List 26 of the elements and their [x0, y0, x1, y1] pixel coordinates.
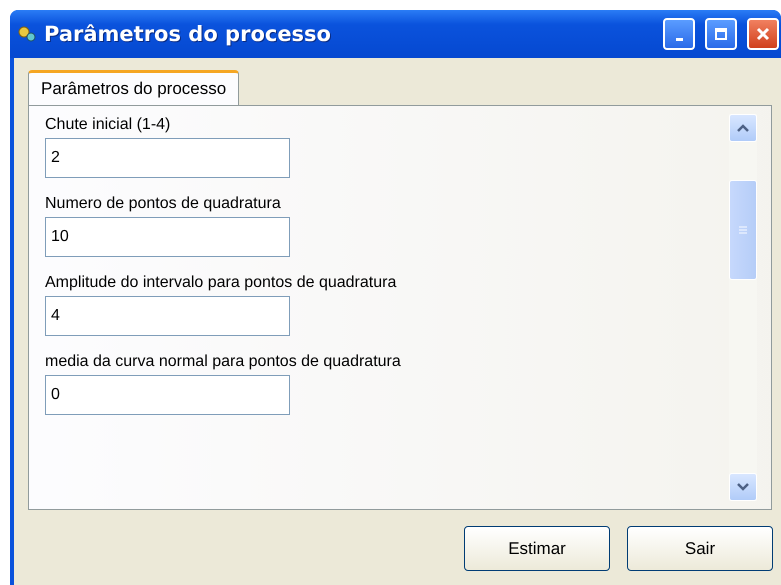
field-label: Numero de pontos de quadratura: [45, 195, 282, 213]
grip-icon: [738, 226, 748, 234]
scroll-down-button[interactable]: [729, 473, 757, 501]
input-field[interactable]: 2: [45, 138, 290, 178]
maximize-icon: [714, 27, 728, 41]
scroll-up-button[interactable]: [729, 114, 757, 142]
tab[interactable]: Parâmetros do processo: [28, 70, 240, 105]
minimize-button[interactable]: [663, 18, 695, 50]
close-icon: [756, 27, 770, 41]
gears-icon: [18, 26, 36, 42]
action-button[interactable]: Sair: [627, 526, 773, 571]
input-field[interactable]: 4: [45, 296, 290, 336]
action-button[interactable]: Estimar: [464, 526, 610, 571]
field-label: Amplitude do intervalo para pontos de quadratura: [45, 274, 398, 292]
input-field[interactable]: 10: [45, 217, 290, 257]
minimize-icon: [676, 38, 682, 40]
chevron-up-icon: [737, 124, 749, 132]
input-field[interactable]: 0: [45, 375, 290, 415]
scrollbar[interactable]: [729, 114, 757, 501]
window-title: Parâmetros do processo: [44, 22, 332, 46]
field-label: Chute inicial (1-4): [45, 116, 172, 134]
close-button[interactable]: [747, 18, 779, 50]
field-label: media da curva normal para pontos de quadratura: [45, 353, 402, 371]
maximize-button[interactable]: [705, 18, 737, 50]
scroll-thumb[interactable]: [729, 180, 757, 280]
chevron-down-icon: [737, 483, 749, 491]
